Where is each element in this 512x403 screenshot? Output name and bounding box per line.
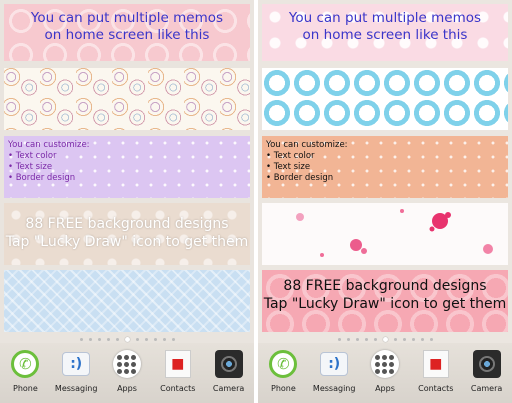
page-dot[interactable]	[373, 337, 377, 341]
memo-text-line: on home screen like this	[44, 27, 210, 43]
dock-camera[interactable]: Camera	[463, 343, 511, 393]
memo-widget[interactable]: 88 FREE background designs Tap "Lucky Dr…	[4, 203, 250, 265]
ink-splash-pattern	[296, 209, 493, 257]
memo-text-line: You can customize:	[8, 140, 90, 150]
dock-contacts[interactable]: ■ Contacts	[412, 343, 460, 393]
memo-widget[interactable]	[4, 270, 250, 332]
page-dot[interactable]	[393, 337, 397, 341]
apps-grid-icon	[112, 350, 141, 378]
page-dot[interactable]	[420, 337, 424, 341]
page-dot-current[interactable]	[124, 336, 130, 342]
page-dot[interactable]	[79, 337, 83, 341]
memo-text-line: 88 FREE background designs	[283, 278, 487, 294]
memo-text-line: • Text color	[8, 151, 57, 161]
memo-widget[interactable]: You can customize: • Text color • Text s…	[262, 136, 508, 198]
contacts-icon: ■	[422, 350, 449, 378]
page-dot[interactable]	[402, 337, 406, 341]
memo-text-line: Tap "Lucky Draw" icon to get them	[263, 296, 507, 312]
dock-phone[interactable]: ✆ Phone	[259, 343, 307, 393]
memo-text-line: You can put multiple memos	[30, 10, 224, 26]
memo-text-line: You can customize:	[266, 140, 348, 150]
dock-label: Apps	[375, 384, 395, 393]
page-dot[interactable]	[115, 337, 119, 341]
home-screen-left: You can put multiple memos on home scree…	[0, 0, 254, 403]
dock-apps[interactable]: Apps	[361, 343, 409, 393]
memo-text-line: • Text color	[266, 151, 315, 161]
dock-camera[interactable]: Camera	[205, 343, 253, 393]
page-dot-current[interactable]	[382, 336, 388, 342]
dock-label: Contacts	[160, 384, 196, 393]
page-dot[interactable]	[106, 337, 110, 341]
page-dot[interactable]	[355, 337, 359, 341]
page-indicator	[0, 335, 254, 343]
dock-label: Apps	[117, 384, 137, 393]
page-dot[interactable]	[346, 337, 350, 341]
dock-messaging[interactable]: :) Messaging	[310, 343, 358, 393]
page-dot[interactable]	[88, 337, 92, 341]
memo-text-line: • Text size	[266, 162, 311, 172]
memo-widget[interactable]	[4, 68, 250, 130]
page-dot[interactable]	[135, 337, 139, 341]
memo-text-line: on home screen like this	[302, 27, 468, 43]
memo-text-line: • Text size	[8, 162, 53, 172]
phone-icon: ✆	[11, 350, 40, 378]
dock-messaging[interactable]: :) Messaging	[52, 343, 100, 393]
camera-icon	[472, 350, 501, 378]
dock-label: Contacts	[418, 384, 454, 393]
page-dot[interactable]	[153, 337, 157, 341]
dock-label: Camera	[212, 384, 245, 393]
page-dot[interactable]	[364, 337, 368, 341]
dock-label: Messaging	[54, 384, 98, 393]
camera-icon	[214, 350, 243, 378]
app-dock: ✆ Phone :) Messaging Apps ■ Contacts Cam…	[0, 343, 254, 403]
dock-label: Phone	[13, 384, 38, 393]
messaging-icon: :)	[62, 352, 91, 376]
app-dock: ✆ Phone :) Messaging Apps ■ Contacts Cam…	[258, 343, 512, 403]
messaging-icon: :)	[320, 352, 349, 376]
memo-widget[interactable]: 88 FREE background designs Tap "Lucky Dr…	[262, 270, 508, 332]
memo-text-line: 88 FREE background designs	[25, 216, 229, 232]
dock-phone[interactable]: ✆ Phone	[1, 343, 49, 393]
dock-label: Camera	[470, 384, 503, 393]
memo-text-line: Tap "Lucky Draw" icon to get them	[5, 234, 249, 250]
apps-grid-icon	[370, 350, 399, 378]
dock-contacts[interactable]: ■ Contacts	[154, 343, 202, 393]
page-dot[interactable]	[337, 337, 341, 341]
memo-widget[interactable]: You can put multiple memos on home scree…	[4, 4, 250, 61]
memo-widget[interactable]	[262, 68, 508, 130]
memo-text-line: • Border design	[8, 173, 76, 183]
memo-text-line: You can put multiple memos	[288, 10, 482, 26]
page-indicator	[258, 335, 512, 343]
page-dot[interactable]	[97, 337, 101, 341]
memo-widget[interactable]: You can put multiple memos on home scree…	[262, 4, 508, 61]
memo-widget[interactable]: You can customize: • Text color • Text s…	[4, 136, 250, 198]
memo-widget[interactable]	[262, 203, 508, 265]
phone-icon: ✆	[269, 350, 298, 378]
dock-label: Phone	[271, 384, 296, 393]
dock-label: Messaging	[312, 384, 356, 393]
dock-apps[interactable]: Apps	[103, 343, 151, 393]
contacts-icon: ■	[164, 350, 191, 378]
home-screen-right: You can put multiple memos on home scree…	[258, 0, 512, 403]
page-dot[interactable]	[171, 337, 175, 341]
page-dot[interactable]	[411, 337, 415, 341]
page-dot[interactable]	[429, 337, 433, 341]
memo-text-line: • Border design	[266, 173, 334, 183]
page-dot[interactable]	[144, 337, 148, 341]
page-dot[interactable]	[162, 337, 166, 341]
